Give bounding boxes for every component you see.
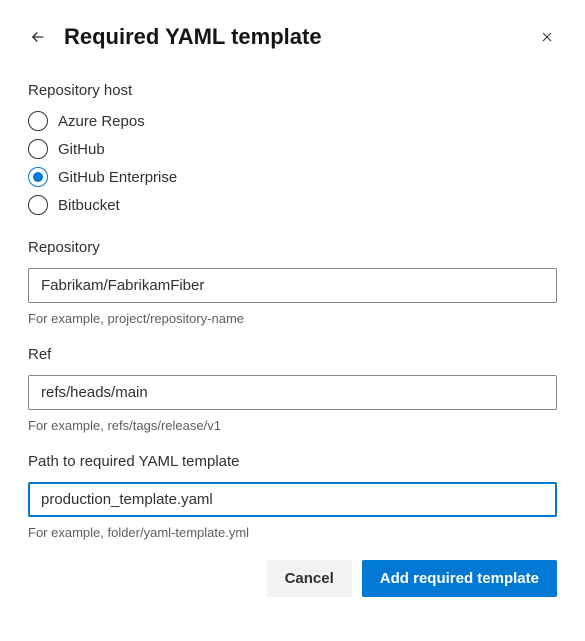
radio-indicator [28,139,48,159]
radio-label: Azure Repos [58,113,145,130]
host-radio-group: Azure Repos GitHub GitHub Enterprise Bit… [28,111,557,215]
radio-indicator [28,195,48,215]
radio-bitbucket[interactable]: Bitbucket [28,195,557,215]
arrow-left-icon [29,28,47,46]
radio-indicator [28,167,48,187]
ref-input[interactable] [28,375,557,410]
ref-helper: For example, refs/tags/release/v1 [28,418,557,433]
radio-label: Bitbucket [58,197,120,214]
radio-dot [33,172,43,182]
dialog-header: Required YAML template [28,24,557,50]
radio-indicator [28,111,48,131]
button-row: Cancel Add required template [28,560,557,597]
close-icon [539,29,555,45]
path-label: Path to required YAML template [28,453,557,470]
host-label: Repository host [28,82,557,99]
radio-azure-repos[interactable]: Azure Repos [28,111,557,131]
ref-field-group: Ref For example, refs/tags/release/v1 [28,346,557,433]
header-left: Required YAML template [28,24,322,50]
path-field-group: Path to required YAML template For examp… [28,453,557,540]
submit-button[interactable]: Add required template [362,560,557,597]
ref-label: Ref [28,346,557,363]
radio-github-enterprise[interactable]: GitHub Enterprise [28,167,557,187]
repository-helper: For example, project/repository-name [28,311,557,326]
radio-label: GitHub Enterprise [58,169,177,186]
radio-github[interactable]: GitHub [28,139,557,159]
path-input[interactable] [28,482,557,517]
repository-input[interactable] [28,268,557,303]
close-button[interactable] [537,27,557,47]
dialog-title: Required YAML template [64,24,322,50]
path-helper: For example, folder/yaml-template.yml [28,525,557,540]
radio-label: GitHub [58,141,105,158]
cancel-button[interactable]: Cancel [267,560,352,597]
repository-label: Repository [28,239,557,256]
back-button[interactable] [28,27,48,47]
repository-field-group: Repository For example, project/reposito… [28,239,557,326]
